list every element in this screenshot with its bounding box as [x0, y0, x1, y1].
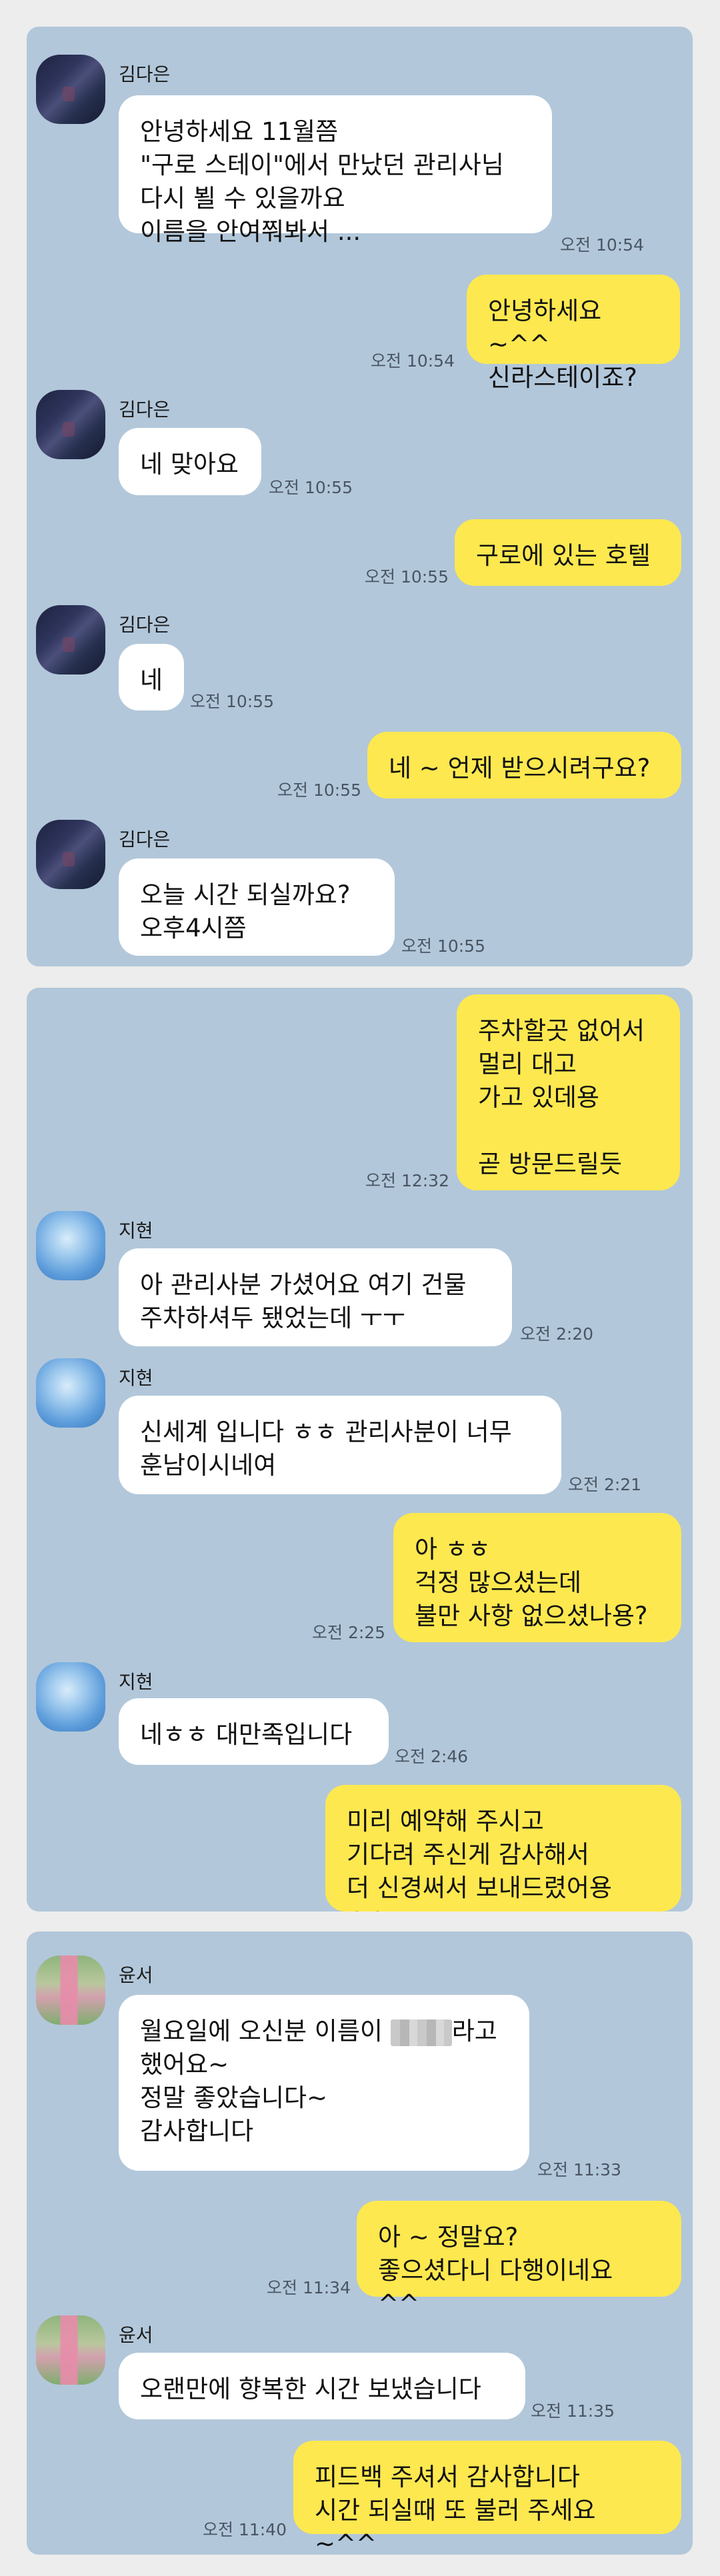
outgoing-message: 미리 예약해 주시고 기다려 주신게 감사해서 더 신경써서 보내드렸어용 ^^ — [325, 1785, 681, 1912]
message-text-before: 월요일에 오신분 이름이 — [140, 2017, 391, 2045]
contact-name: 김다은 — [119, 399, 171, 421]
contact-name: 지현 — [119, 1671, 153, 1693]
chat-panel-3: 윤서 월요일에 오신분 이름이 라고 했어요~ 정말 좋았습니다~ 감사합니다 … — [27, 1932, 693, 2555]
incoming-message: 네 맞아요 — [119, 428, 261, 495]
message-time: 오전 2:20 — [520, 1324, 594, 1344]
outgoing-message: 안녕하세요 ~^^ 신라스테이죠? — [467, 275, 680, 392]
chat-panel-2: 주차할곳 없어서 멀리 대고 가고 있데용 곧 방문드릴듯 오전 12:32 지… — [27, 988, 693, 1912]
incoming-message: 네ㅎㅎ 대만족입니다 — [119, 1698, 389, 1765]
contact-name: 지현 — [119, 1220, 153, 1242]
incoming-message: 월요일에 오신분 이름이 라고 했어요~ 정말 좋았습니다~ 감사합니다 — [119, 1995, 529, 2171]
outgoing-message: 주차할곳 없어서 멀리 대고 가고 있데용 곧 방문드릴듯 — [457, 994, 680, 1190]
contact-name: 윤서 — [119, 1964, 153, 1986]
contact-avatar[interactable] — [36, 1211, 105, 1280]
contact-avatar[interactable] — [36, 605, 105, 674]
outgoing-message: 구로에 있는 호텔 — [455, 519, 681, 586]
contact-name: 김다은 — [119, 614, 171, 636]
outgoing-message: 네 ~ 언제 받으시려구요? — [367, 732, 681, 798]
message-time: 오전 2:25 — [312, 1623, 386, 1642]
outgoing-message: 피드백 주셔서 감사합니다 시간 되실때 또 불러 주세요 ~^^ — [293, 2441, 681, 2555]
contact-avatar[interactable] — [36, 820, 105, 889]
contact-avatar[interactable] — [36, 1358, 105, 1428]
message-time: 오전 10:55 — [277, 780, 361, 800]
message-time: 오전 10:54 — [371, 351, 455, 371]
contact-avatar[interactable] — [36, 390, 105, 459]
message-time: 오전 10:55 — [365, 567, 449, 587]
message-time: 오전 11:34 — [267, 2278, 351, 2297]
redacted-name — [390, 2019, 452, 2046]
message-time: 오전 11:33 — [537, 2160, 621, 2179]
chat-panel-1: 김다은 안녕하세요 11월쯤 "구로 스테이"에서 만났던 관리사님 다시 뵐 … — [27, 27, 693, 966]
message-time: 오전 10:55 — [401, 936, 485, 956]
message-time: 오전 10:55 — [269, 478, 353, 497]
message-time: 오전 11:40 — [203, 2520, 287, 2539]
outgoing-message: 아 ~ 정말요? 좋으셨다니 다행이네요 ^^ — [357, 2201, 681, 2318]
outgoing-message: 아 ㅎㅎ 걱정 많으셨는데 불만 사항 없으셨나용? — [393, 1513, 681, 1642]
message-time: 오전 11:35 — [531, 2401, 615, 2421]
message-time: 오전 2:46 — [395, 1747, 469, 1766]
incoming-message: 오늘 시간 되실까요? 오후4시쯤 — [119, 858, 395, 956]
message-time: 오전 10:54 — [560, 235, 644, 255]
incoming-message: 아 관리사분 가셨어요 여기 건물 주차하셔두 됐었는데 ㅜㅜ — [119, 1248, 512, 1346]
contact-name: 윤서 — [119, 2324, 153, 2346]
incoming-message: 오랜만에 향복한 시간 보냈습니다 — [119, 2353, 525, 2419]
contact-avatar[interactable] — [36, 2315, 105, 2385]
contact-name: 김다은 — [119, 63, 171, 85]
message-time: 오전 2:21 — [568, 1475, 642, 1494]
incoming-message: 안녕하세요 11월쯤 "구로 스테이"에서 만났던 관리사님 다시 뵐 수 있을… — [119, 95, 552, 246]
message-time: 오전 10:55 — [190, 692, 274, 711]
contact-avatar[interactable] — [36, 1955, 105, 2025]
contact-avatar[interactable] — [36, 1662, 105, 1732]
message-time: 오전 12:32 — [365, 1171, 449, 1190]
incoming-message: 네 — [119, 644, 184, 710]
incoming-message: 신세계 입니다 ㅎㅎ 관리사분이 너무 훈남이시네여 — [119, 1396, 561, 1494]
contact-name: 김다은 — [119, 828, 171, 850]
contact-name: 지현 — [119, 1367, 153, 1389]
contact-avatar[interactable] — [36, 55, 105, 124]
